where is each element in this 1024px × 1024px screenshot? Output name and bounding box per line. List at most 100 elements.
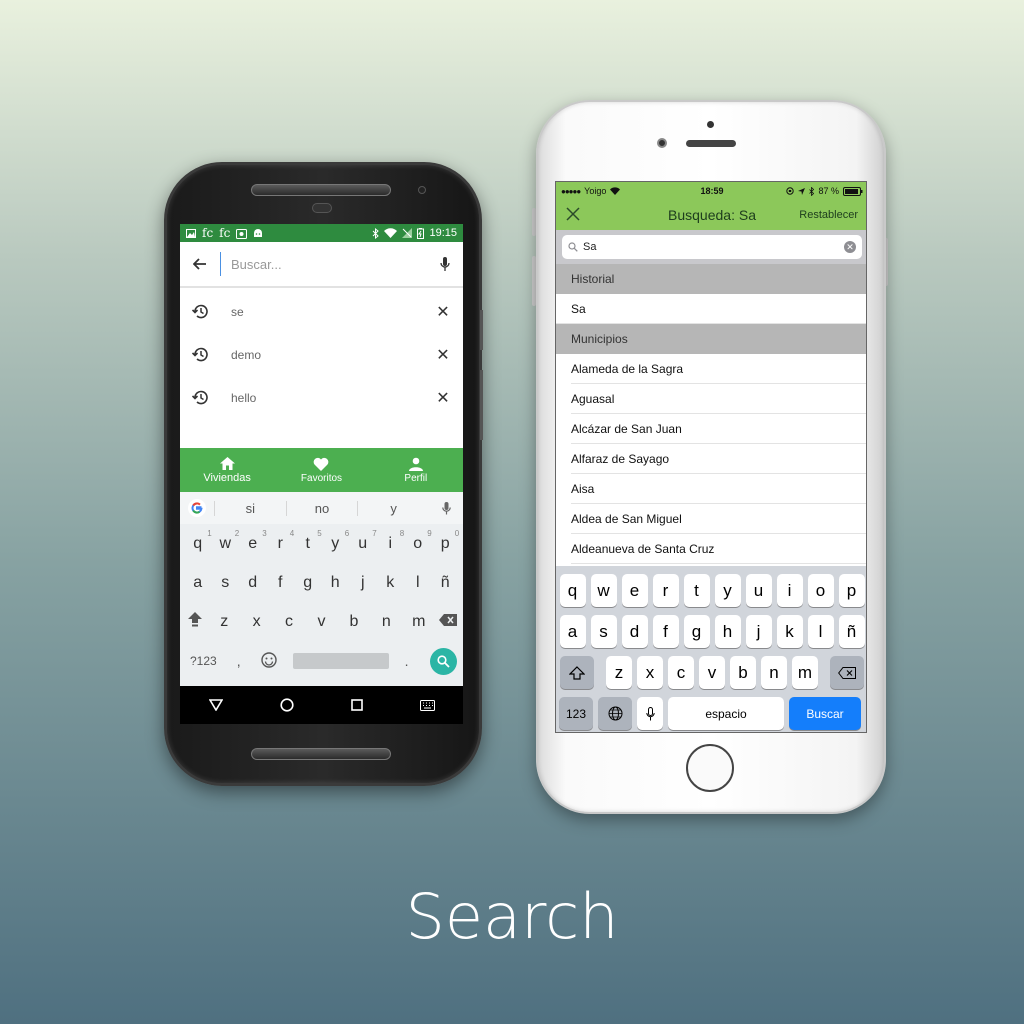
key-k[interactable]: k [776,615,803,648]
backspace-key-icon[interactable] [830,656,864,689]
key-w-wrap[interactable]: w2 [212,529,239,553]
key-g[interactable]: g [295,574,321,592]
key-u[interactable]: u [358,535,367,552]
key-y-wrap[interactable]: y6 [322,529,349,553]
key-n[interactable]: n [761,656,787,689]
key-i[interactable]: i [388,535,392,552]
key-d[interactable]: d [240,574,266,592]
keyboard-switch-icon[interactable] [419,699,435,711]
key-m[interactable]: m [792,656,818,689]
history-item[interactable]: demo ✕ [180,333,463,376]
key-z[interactable]: z [211,613,237,631]
key-ñ[interactable]: ñ [432,574,458,592]
ios-search-input[interactable] [578,241,844,253]
backspace-key-icon[interactable] [435,613,461,631]
list-item[interactable]: Alameda de la Sagra [556,354,866,384]
key-p[interactable]: p [441,535,450,552]
ios-home-button[interactable] [686,744,734,792]
key-l[interactable]: l [807,615,834,648]
home-circle-icon[interactable] [279,698,294,712]
search-key-icon[interactable] [430,647,457,675]
key-p-wrap[interactable]: p0 [432,529,459,553]
key-x[interactable]: x [637,656,663,689]
key-x[interactable]: x [244,613,270,631]
key-h[interactable]: h [322,574,348,592]
key-r[interactable]: r [652,574,679,607]
list-item[interactable]: Aguasal [556,384,866,414]
key-w[interactable]: w [590,574,617,607]
key-t[interactable]: t [306,535,310,552]
nav-item-viviendas[interactable]: Viviendas [180,448,274,492]
key-e[interactable]: e [248,535,257,552]
android-search-input[interactable] [220,252,420,276]
key-m[interactable]: m [406,613,432,631]
key-v[interactable]: v [308,613,334,631]
key-y[interactable]: y [331,535,339,552]
key-i-wrap[interactable]: i8 [377,529,404,553]
suggestion[interactable]: y [357,500,429,516]
key-o[interactable]: o [807,574,834,607]
key-e[interactable]: e [621,574,648,607]
key-c[interactable]: c [668,656,694,689]
period-key[interactable]: . [405,653,409,669]
search-go-button[interactable]: Buscar [789,697,861,730]
key-l[interactable]: l [405,574,431,592]
key-t[interactable]: t [683,574,710,607]
history-item[interactable]: hello ✕ [180,376,463,419]
google-icon[interactable] [180,499,214,517]
key-o[interactable]: o [413,535,422,552]
key-j[interactable]: j [745,615,772,648]
key-j[interactable]: j [350,574,376,592]
close-icon[interactable]: ✕ [423,345,463,365]
keyboard-mic-icon[interactable] [429,501,463,515]
key-b[interactable]: b [341,613,367,631]
key-f[interactable]: f [652,615,679,648]
key-t-wrap[interactable]: t5 [295,529,322,553]
key-p[interactable]: p [838,574,865,607]
close-icon[interactable] [556,204,590,227]
suggestion[interactable]: si [214,500,286,516]
microphone-icon[interactable] [427,256,463,272]
emoji-key-icon[interactable] [260,651,277,671]
clear-icon[interactable]: ✕ [844,241,856,253]
key-o-wrap[interactable]: o9 [405,529,431,553]
ios-search-field[interactable]: ✕ [562,235,862,259]
space-key[interactable]: espacio [668,697,784,730]
nav-item-favoritos[interactable]: Favoritos [274,448,368,492]
key-y[interactable]: y [714,574,741,607]
globe-icon[interactable] [598,697,632,730]
list-item[interactable]: Sa [556,294,866,324]
shift-key-icon[interactable] [560,656,594,689]
nav-item-perfil[interactable]: Perfil [369,448,463,492]
reset-button[interactable]: Restablecer [799,209,866,221]
key-r[interactable]: r [278,535,283,552]
key-q[interactable]: q [559,574,586,607]
close-icon[interactable]: ✕ [423,388,463,408]
key-k[interactable]: k [377,574,403,592]
key-c[interactable]: c [276,613,302,631]
key-a[interactable]: a [559,615,586,648]
key-w[interactable]: w [219,535,231,552]
list-item[interactable]: Alcázar de San Juan [556,414,866,444]
key-q-wrap[interactable]: q1 [185,529,211,553]
key-q[interactable]: q [193,535,202,552]
dictation-mic-icon[interactable] [637,697,663,730]
key-i[interactable]: i [776,574,803,607]
space-key[interactable] [292,653,389,669]
numbers-key[interactable]: 123 [559,697,593,730]
key-u-wrap[interactable]: u7 [350,529,376,553]
comma-key[interactable]: , [237,653,241,669]
key-s[interactable]: s [212,574,238,592]
recents-square-icon[interactable] [350,699,363,711]
list-item[interactable]: Alfaraz de Sayago [556,444,866,474]
history-item[interactable]: se ✕ [180,290,463,333]
key-v[interactable]: v [699,656,725,689]
suggestion[interactable]: no [285,500,358,516]
key-z[interactable]: z [606,656,632,689]
key-r-wrap[interactable]: r4 [267,529,295,553]
back-arrow-icon[interactable] [180,254,220,275]
shift-key-icon[interactable] [182,611,208,632]
key-g[interactable]: g [683,615,710,648]
key-b[interactable]: b [730,656,756,689]
list-item[interactable]: Aldeanueva de Santa Cruz [556,534,866,564]
